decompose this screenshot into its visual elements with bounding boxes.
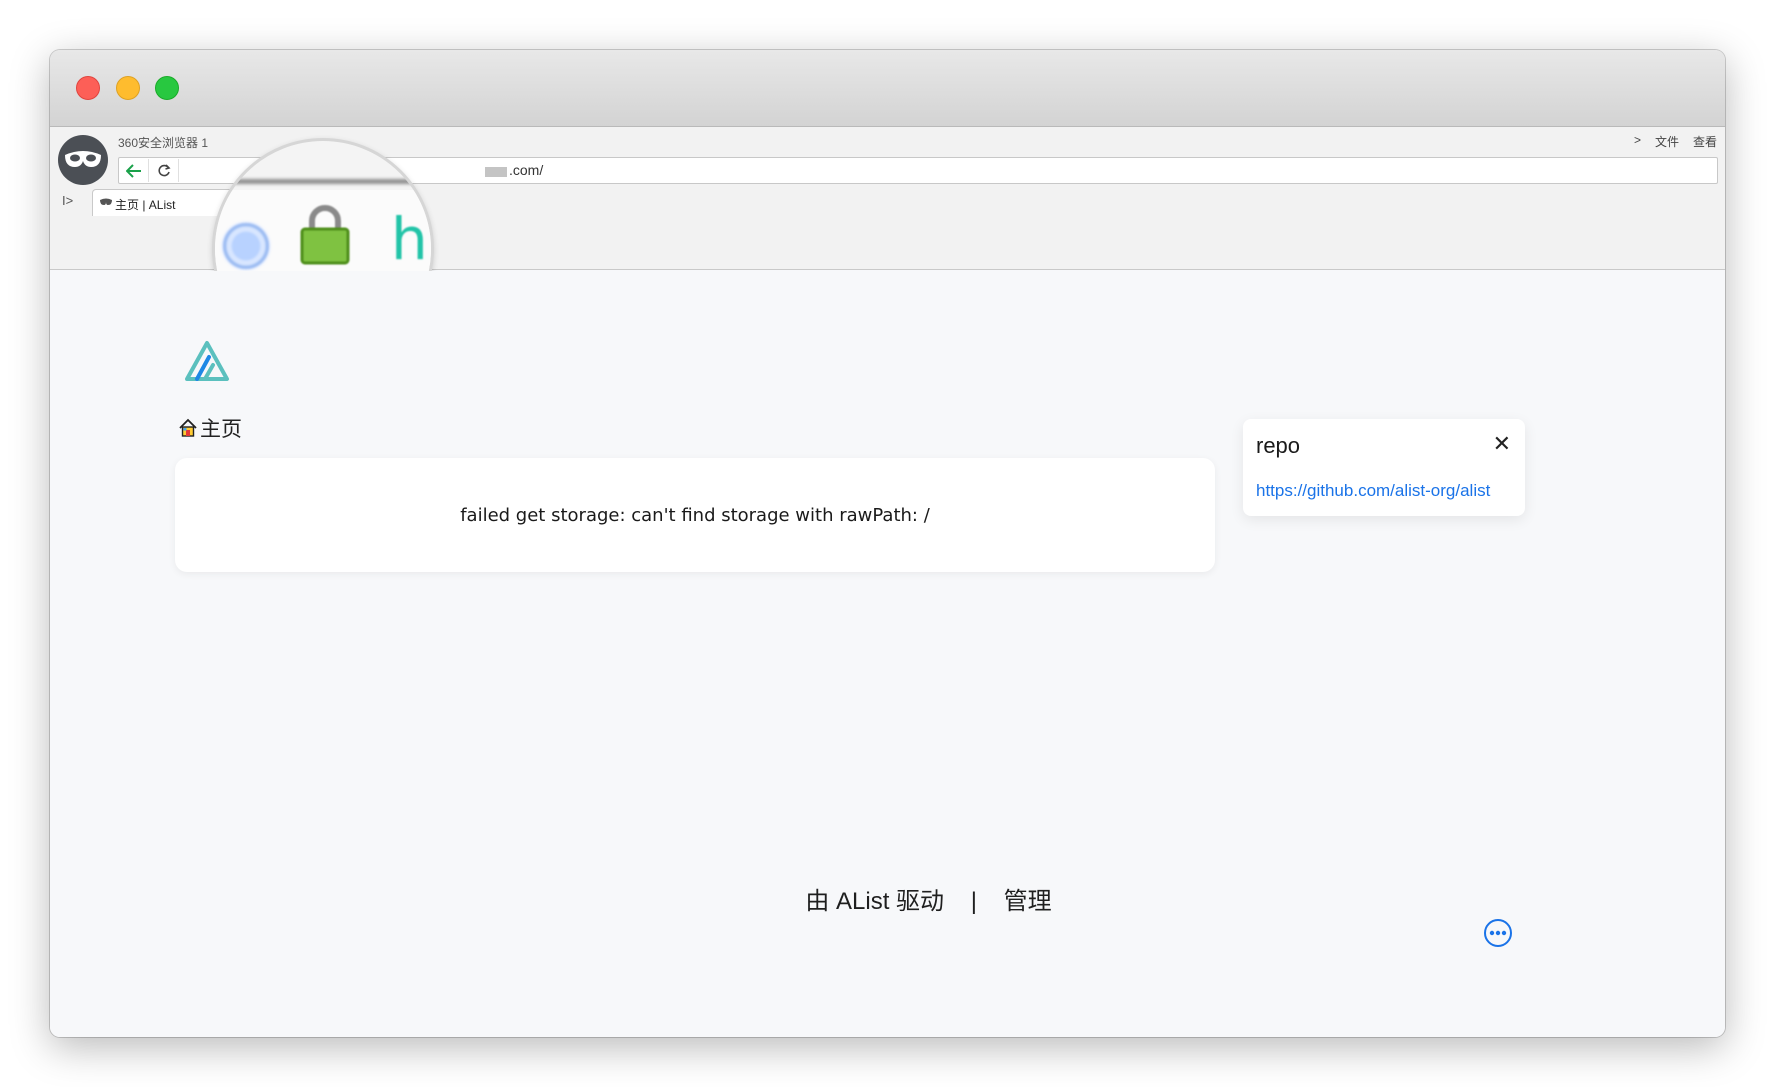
browser-name: 360安全浏览器 1 [118, 136, 209, 150]
error-card: failed get storage: can't find storage w… [175, 458, 1215, 572]
back-arrow-icon[interactable] [119, 159, 149, 182]
browser-window: 360安全浏览器 1 > 文件 查看 .com/ I> 主页 | AList h… [50, 50, 1725, 1037]
breadcrumb-home-link[interactable]: 主页 [200, 413, 242, 443]
minimize-window-button[interactable] [116, 76, 140, 100]
url-text[interactable]: .com/ [509, 162, 543, 178]
more-dots-icon [1489, 930, 1507, 936]
repo-notice: repo ✕ https://github.com/alist-org/alis… [1243, 419, 1525, 516]
menu-file[interactable]: 文件 [1655, 133, 1679, 150]
repo-link[interactable]: https://github.com/alist-org/alist [1256, 481, 1490, 501]
tab-title: 主页 | AList [115, 198, 176, 212]
tab-favicon-icon [100, 198, 112, 205]
notice-title: repo [1256, 433, 1301, 458]
close-icon[interactable]: ✕ [1493, 431, 1511, 457]
manage-link[interactable]: 管理 [1004, 888, 1052, 915]
maximize-window-button[interactable] [155, 76, 179, 100]
page-footer: 由 AList 驱动 | 管理 [50, 881, 1725, 916]
browser-menu: > 文件 查看 [1634, 133, 1717, 150]
home-icon [179, 418, 197, 437]
footer-separator: | [970, 888, 977, 915]
screenshot-stage: 360安全浏览器 1 > 文件 查看 .com/ I> 主页 | AList h… [0, 0, 1775, 1087]
url-redacted-part [485, 167, 507, 177]
reload-icon[interactable] [149, 159, 179, 182]
radio-dot-icon [221, 221, 271, 271]
alist-page: 主页 failed get storage: can't find storag… [50, 271, 1725, 1037]
powered-by-link[interactable]: 由 AList 驱动 [805, 888, 944, 915]
mag-divider [215, 179, 431, 184]
zoomed-url-letter: h [391, 205, 428, 273]
more-options-button[interactable] [1484, 919, 1512, 947]
menu-view[interactable]: 查看 [1693, 133, 1717, 150]
secure-lock-icon [300, 205, 350, 265]
sidebar-toggle-icon[interactable]: I> [62, 193, 73, 208]
error-message: failed get storage: can't find storage w… [460, 504, 930, 526]
alist-logo-icon[interactable] [184, 339, 230, 381]
browser-logo-icon[interactable] [58, 135, 108, 185]
breadcrumb: 主页 [178, 413, 242, 443]
window-titlebar [50, 50, 1725, 127]
menu-chevron-icon[interactable]: > [1634, 133, 1641, 150]
close-window-button[interactable] [76, 76, 100, 100]
